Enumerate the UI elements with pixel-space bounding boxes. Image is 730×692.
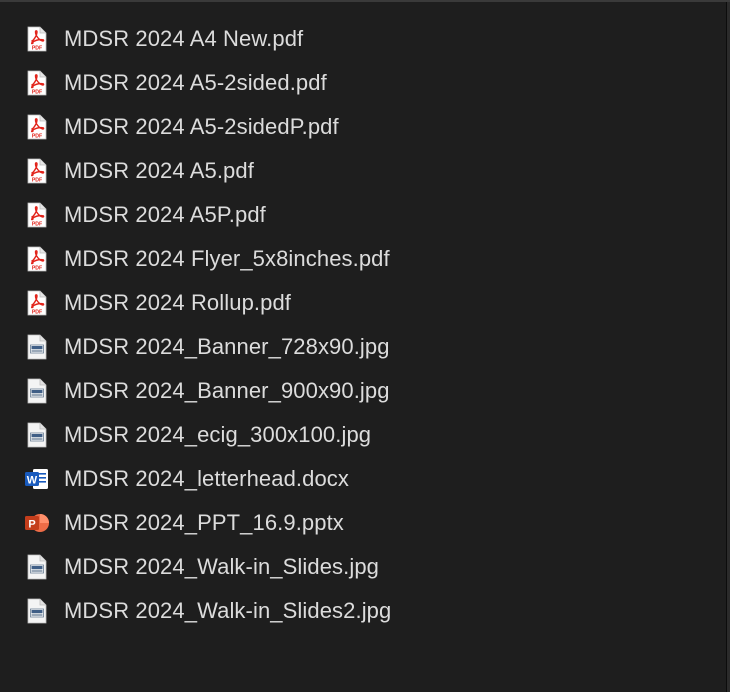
file-name: MDSR 2024 A4 New.pdf	[64, 26, 304, 51]
svg-text:PDF: PDF	[32, 178, 42, 184]
file-row[interactable]: MDSR 2024_ecig_300x100.jpg	[0, 413, 724, 457]
pdf-icon: PDF	[24, 114, 50, 140]
file-name: MDSR 2024 A5-2sided.pdf	[64, 70, 327, 95]
file-row[interactable]: PDF MDSR 2024 A5P.pdf	[0, 193, 724, 237]
file-name: MDSR 2024_Banner_728x90.jpg	[64, 334, 390, 359]
file-name: MDSR 2024_letterhead.docx	[64, 466, 349, 491]
file-row[interactable]: MDSR 2024_Walk-in_Slides.jpg	[0, 545, 724, 589]
file-row[interactable]: PDF MDSR 2024 A4 New.pdf	[0, 17, 724, 61]
pdf-icon: PDF	[24, 290, 50, 316]
pdf-icon: PDF	[24, 26, 50, 52]
file-row[interactable]: W MDSR 2024_letterhead.docx	[0, 457, 724, 501]
file-row[interactable]: MDSR 2024_Walk-in_Slides2.jpg	[0, 589, 724, 633]
file-row[interactable]: PDF MDSR 2024 Rollup.pdf	[0, 281, 724, 325]
file-name: MDSR 2024 A5.pdf	[64, 158, 254, 183]
file-name: MDSR 2024 Flyer_5x8inches.pdf	[64, 246, 390, 271]
svg-text:PDF: PDF	[32, 134, 42, 140]
file-row[interactable]: P MDSR 2024_PPT_16.9.pptx	[0, 501, 724, 545]
svg-text:PDF: PDF	[32, 46, 42, 52]
svg-text:PDF: PDF	[32, 266, 42, 272]
pdf-icon: PDF	[24, 70, 50, 96]
finder-window: PDF MDSR 2024 A4 New.pdf PDF MDSR 2024 A5-…	[0, 0, 730, 692]
file-row[interactable]: PDF MDSR 2024 A5-2sided.pdf	[0, 61, 724, 105]
svg-text:PDF: PDF	[32, 90, 42, 96]
file-name: MDSR 2024_Walk-in_Slides.jpg	[64, 554, 380, 579]
pdf-icon: PDF	[24, 158, 50, 184]
svg-text:P: P	[28, 519, 35, 531]
file-row[interactable]: MDSR 2024_Banner_728x90.jpg	[0, 325, 724, 369]
pptx-icon: P	[24, 510, 50, 536]
window-edge	[726, 2, 730, 692]
file-name: MDSR 2024_Walk-in_Slides2.jpg	[64, 598, 392, 623]
file-row[interactable]: MDSR 2024_Banner_900x90.jpg	[0, 369, 724, 413]
file-row[interactable]: PDF MDSR 2024 A5-2sidedP.pdf	[0, 105, 724, 149]
file-row[interactable]: PDF MDSR 2024 A5.pdf	[0, 149, 724, 193]
pdf-icon: PDF	[24, 202, 50, 228]
file-name: MDSR 2024_ecig_300x100.jpg	[64, 422, 372, 447]
file-list: PDF MDSR 2024 A4 New.pdf PDF MDSR 2024 A5-…	[0, 17, 724, 633]
jpg-icon	[24, 334, 50, 360]
jpg-icon	[24, 422, 50, 448]
jpg-icon	[24, 378, 50, 404]
jpg-icon	[24, 554, 50, 580]
file-name: MDSR 2024_PPT_16.9.pptx	[64, 510, 344, 535]
svg-text:W: W	[27, 475, 38, 487]
file-name: MDSR 2024 A5-2sidedP.pdf	[64, 114, 339, 139]
svg-text:PDF: PDF	[32, 222, 42, 228]
docx-icon: W	[24, 466, 50, 492]
file-name: MDSR 2024 Rollup.pdf	[64, 290, 292, 315]
svg-text:PDF: PDF	[32, 310, 42, 316]
jpg-icon	[24, 598, 50, 624]
file-row[interactable]: PDF MDSR 2024 Flyer_5x8inches.pdf	[0, 237, 724, 281]
file-name: MDSR 2024_Banner_900x90.jpg	[64, 378, 390, 403]
pdf-icon: PDF	[24, 246, 50, 272]
file-name: MDSR 2024 A5P.pdf	[64, 202, 266, 227]
